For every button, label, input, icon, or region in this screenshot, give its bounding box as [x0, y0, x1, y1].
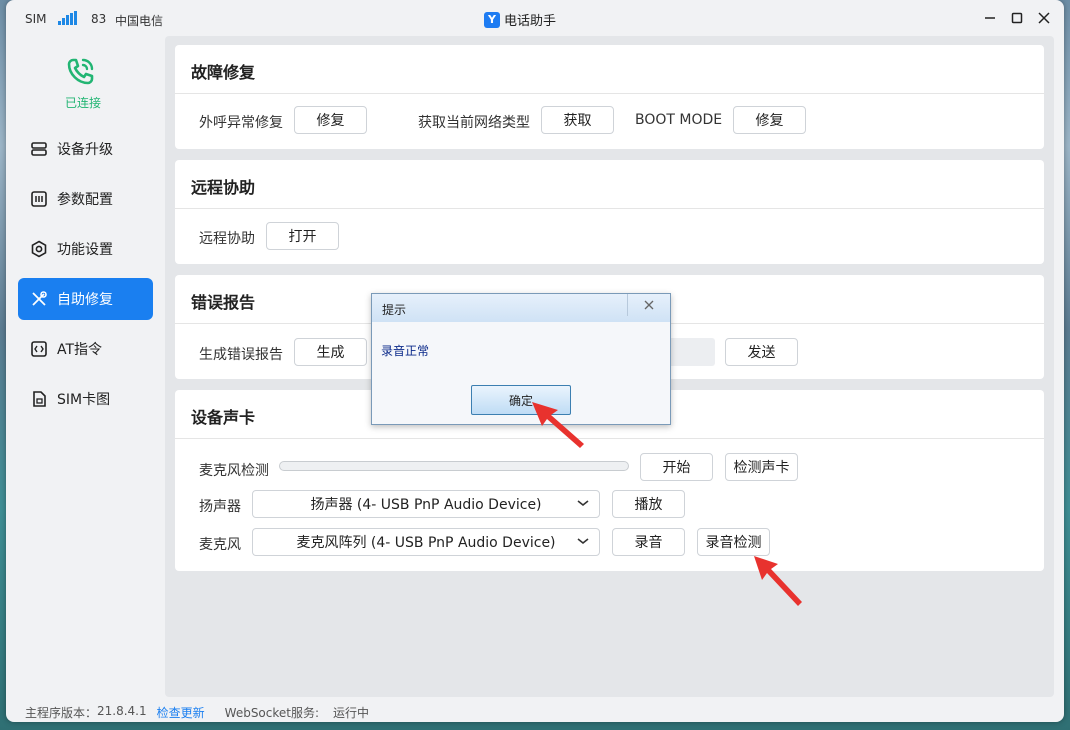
minimize-icon — [985, 17, 995, 19]
sidebar-item-label: 功能设置 — [57, 242, 113, 258]
remote-title: 远程协助 — [191, 178, 256, 197]
mic-select-value: 麦克风阵列 (4- USB PnP Audio Device) — [296, 535, 556, 551]
device-upgrade-icon — [30, 140, 48, 158]
mic-select[interactable]: 麦克风阵列 (4- USB PnP Audio Device) — [252, 528, 600, 556]
sidebar-item-label: 参数配置 — [57, 192, 113, 208]
status-bar: 主程序版本： 21.8.4.1 检查更新 WebSocket服务: 运行中 — [25, 704, 369, 721]
play-button[interactable]: 播放 — [612, 490, 685, 518]
gear-icon — [30, 240, 48, 258]
connection-status: 已连接 — [65, 96, 102, 110]
speaker-label: 扬声器 — [199, 499, 241, 515]
dialog-title: 提示 — [382, 303, 407, 317]
version-label: 主程序版本： — [25, 706, 98, 720]
message-dialog: 提示 录音正常 确定 — [371, 293, 671, 425]
repair-card: 故障修复 外呼异常修复 修复 获取当前网络类型 获取 BOOT MODE 修复 — [175, 45, 1044, 149]
speaker-select-value: 扬声器 (4- USB PnP Audio Device) — [310, 497, 542, 513]
record-button[interactable]: 录音 — [612, 528, 685, 556]
carrier-name: 中国电信 — [115, 14, 164, 28]
boot-mode-label: BOOT MODE — [635, 112, 723, 128]
send-report-button[interactable]: 发送 — [725, 338, 798, 366]
mic-level-bar — [279, 461, 629, 471]
divider — [175, 438, 1044, 439]
report-path-input[interactable] — [665, 338, 715, 366]
close-icon — [644, 300, 654, 310]
websocket-status: 运行中 — [333, 706, 370, 720]
remote-open-button[interactable]: 打开 — [266, 222, 339, 250]
title-bar: SIM 83 中国电信 Y 电话助手 — [6, 0, 1064, 36]
repair-title: 故障修复 — [191, 63, 256, 82]
chip-icon — [30, 190, 48, 208]
network-type-label: 获取当前网络类型 — [418, 115, 530, 131]
dialog-close-button[interactable] — [627, 294, 670, 316]
check-update-link[interactable]: 检查更新 — [157, 704, 205, 721]
sidebar-item-self-repair[interactable]: 自助修复 — [18, 278, 153, 320]
generate-report-button[interactable]: 生成 — [294, 338, 367, 366]
version-value: 21.8.4.1 — [97, 704, 147, 718]
maximize-button[interactable] — [1007, 8, 1027, 28]
dialog-message: 录音正常 — [381, 344, 430, 358]
sidebar: 已连接 设备升级 参数配置 功能设置 自助修复 AT指令 SIM卡图 — [6, 36, 164, 686]
phone-icon — [67, 58, 94, 85]
mic-test-label: 麦克风检测 — [199, 463, 269, 479]
app-title-text: 电话助手 — [504, 14, 557, 29]
close-icon — [1038, 12, 1050, 24]
boot-mode-repair-button[interactable]: 修复 — [733, 106, 806, 134]
minimize-button[interactable] — [980, 8, 1000, 28]
sim-card-icon — [30, 390, 48, 408]
divider — [175, 93, 1044, 94]
sidebar-item-function-settings[interactable]: 功能设置 — [18, 228, 153, 270]
sound-card-title: 设备声卡 — [191, 408, 256, 427]
sidebar-item-param-config[interactable]: 参数配置 — [18, 178, 153, 220]
remote-card: 远程协助 远程协助 打开 — [175, 160, 1044, 264]
chevron-down-icon — [577, 500, 589, 507]
sidebar-item-sim-card[interactable]: SIM卡图 — [18, 378, 153, 420]
error-report-title: 错误报告 — [191, 293, 256, 312]
code-icon — [30, 340, 48, 358]
chevron-down-icon — [577, 538, 589, 545]
app-logo-icon: Y — [484, 11, 500, 28]
tools-icon — [30, 290, 48, 308]
divider — [175, 208, 1044, 209]
dialog-header: 提示 — [372, 294, 670, 322]
sidebar-item-label: AT指令 — [57, 342, 103, 358]
sidebar-item-at-command[interactable]: AT指令 — [18, 328, 153, 370]
error-report-label: 生成错误报告 — [199, 347, 283, 363]
maximize-icon — [1011, 12, 1023, 24]
remote-label: 远程协助 — [199, 231, 255, 247]
mic-label: 麦克风 — [199, 537, 241, 553]
signal-icon — [58, 11, 78, 25]
check-sound-card-button[interactable]: 检测声卡 — [725, 453, 798, 481]
sidebar-item-label: 自助修复 — [57, 292, 113, 308]
get-network-button[interactable]: 获取 — [541, 106, 614, 134]
annotation-arrow-icon — [532, 402, 584, 448]
outbound-repair-button[interactable]: 修复 — [294, 106, 367, 134]
sim-label: SIM — [25, 12, 47, 26]
sidebar-item-label: SIM卡图 — [57, 392, 111, 408]
outbound-repair-label: 外呼异常修复 — [199, 115, 283, 131]
app-title: Y 电话助手 — [484, 10, 556, 29]
signal-value: 83 — [91, 12, 107, 26]
sidebar-item-device-upgrade[interactable]: 设备升级 — [18, 128, 153, 170]
speaker-select[interactable]: 扬声器 (4- USB PnP Audio Device) — [252, 490, 600, 518]
sidebar-item-label: 设备升级 — [57, 142, 113, 158]
close-button[interactable] — [1034, 8, 1054, 28]
start-mic-test-button[interactable]: 开始 — [640, 453, 713, 481]
websocket-label: WebSocket服务: — [224, 706, 320, 720]
annotation-arrow-icon — [754, 556, 802, 606]
